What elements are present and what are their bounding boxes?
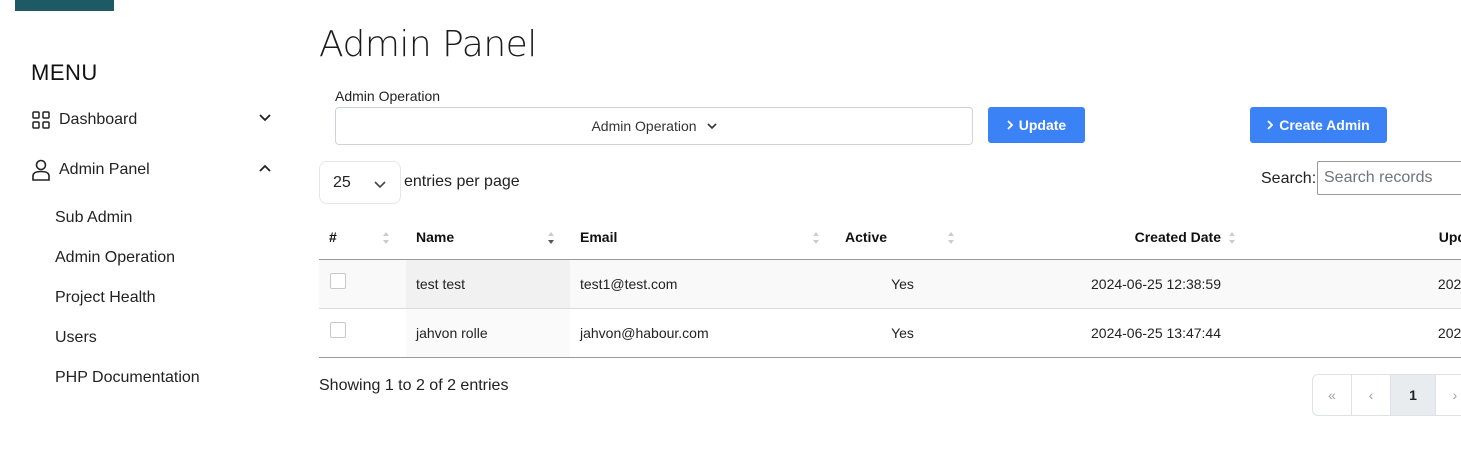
operation-label: Admin Operation xyxy=(335,88,441,104)
sidebar-subitem-admin-operation[interactable]: Admin Operation xyxy=(55,249,175,267)
row-checkbox-cell xyxy=(319,259,406,309)
cell-updated-date: 2024-06-27 16 xyxy=(1251,259,1461,309)
admin-operation-select[interactable]: Admin Operation xyxy=(335,107,973,145)
logo xyxy=(15,0,114,11)
grid-icon xyxy=(31,109,51,131)
cell-created-date: 2024-06-25 12:38:59 xyxy=(970,259,1251,309)
menu-title: MENU xyxy=(31,60,98,85)
chevron-down-icon xyxy=(374,176,386,194)
sort-icon xyxy=(382,231,390,245)
cell-active: Yes xyxy=(835,259,970,309)
pagination-page-1[interactable]: 1 xyxy=(1391,375,1436,415)
table-row[interactable]: test test test1@test.com Yes 2024-06-25 … xyxy=(319,259,1461,309)
sidebar-item-label: Dashboard xyxy=(59,111,138,128)
column-header-number[interactable]: # xyxy=(319,216,406,260)
entries-per-page-select[interactable]: 25 xyxy=(319,161,401,204)
column-header-active[interactable]: Active xyxy=(835,216,970,260)
row-checkbox-cell xyxy=(319,308,406,358)
admin-table: # Name Email Active Created Date Up test… xyxy=(319,216,1461,358)
sort-icon xyxy=(947,231,955,245)
button-label: Update xyxy=(1018,117,1067,133)
cell-name: test test xyxy=(406,259,570,309)
pagination: « ‹ 1 › xyxy=(1312,374,1461,416)
button-label: Create Admin xyxy=(1279,117,1370,133)
sidebar-item-admin-panel[interactable]: Admin Panel xyxy=(31,159,271,181)
column-header-updated-date[interactable]: Updated Date xyxy=(1251,216,1461,260)
sidebar-subitem-users[interactable]: Users xyxy=(55,329,97,347)
table-header-row: # Name Email Active Created Date Up xyxy=(319,216,1461,260)
sidebar-item-label: Admin Panel xyxy=(59,161,150,178)
cell-email: test1@test.com xyxy=(570,259,835,309)
column-header-created-date[interactable]: Created Date xyxy=(970,216,1251,260)
chevron-up-icon xyxy=(258,160,272,176)
pagination-next-button[interactable]: › xyxy=(1436,375,1461,415)
select-value: Admin Operation xyxy=(591,118,697,134)
cell-updated-date: 2024-06-25 13 xyxy=(1251,308,1461,358)
sidebar-subitem-sub-admin[interactable]: Sub Admin xyxy=(55,209,132,227)
chevron-down-icon xyxy=(706,122,717,130)
cell-created-date: 2024-06-25 13:47:44 xyxy=(970,308,1251,358)
sidebar-subitem-php-documentation[interactable]: PHP Documentation xyxy=(55,369,200,387)
sidebar-item-dashboard[interactable]: Dashboard xyxy=(31,109,271,131)
page-title: Admin Panel xyxy=(319,24,537,65)
create-admin-button[interactable]: Create Admin xyxy=(1250,107,1387,143)
pagination-prev-button[interactable]: ‹ xyxy=(1352,375,1391,415)
column-header-name[interactable]: Name xyxy=(406,216,570,260)
sidebar-subitem-project-health[interactable]: Project Health xyxy=(55,289,156,307)
entries-per-page-text: entries per page xyxy=(404,173,520,190)
cell-name: jahvon rolle xyxy=(406,308,570,358)
pagination-first-button[interactable]: « xyxy=(1313,375,1352,415)
search-label: Search: xyxy=(1261,170,1317,187)
update-button[interactable]: Update xyxy=(988,107,1085,143)
sort-icon xyxy=(812,231,820,245)
chevron-right-icon xyxy=(1007,117,1014,133)
table-info: Showing 1 to 2 of 2 entries xyxy=(319,377,509,394)
column-header-email[interactable]: Email xyxy=(570,216,835,260)
chevron-right-icon xyxy=(1267,117,1274,133)
user-icon xyxy=(31,159,51,181)
row-checkbox[interactable] xyxy=(330,321,346,338)
row-checkbox[interactable] xyxy=(330,272,346,289)
sort-icon xyxy=(1228,231,1236,245)
cell-active: Yes xyxy=(835,308,970,358)
chevron-down-icon xyxy=(258,110,272,126)
search-input[interactable] xyxy=(1317,161,1461,195)
table-row[interactable]: jahvon rolle jahvon@habour.com Yes 2024-… xyxy=(319,308,1461,358)
cell-email: jahvon@habour.com xyxy=(570,308,835,358)
sort-desc-icon xyxy=(547,231,555,245)
entries-value: 25 xyxy=(333,173,351,191)
